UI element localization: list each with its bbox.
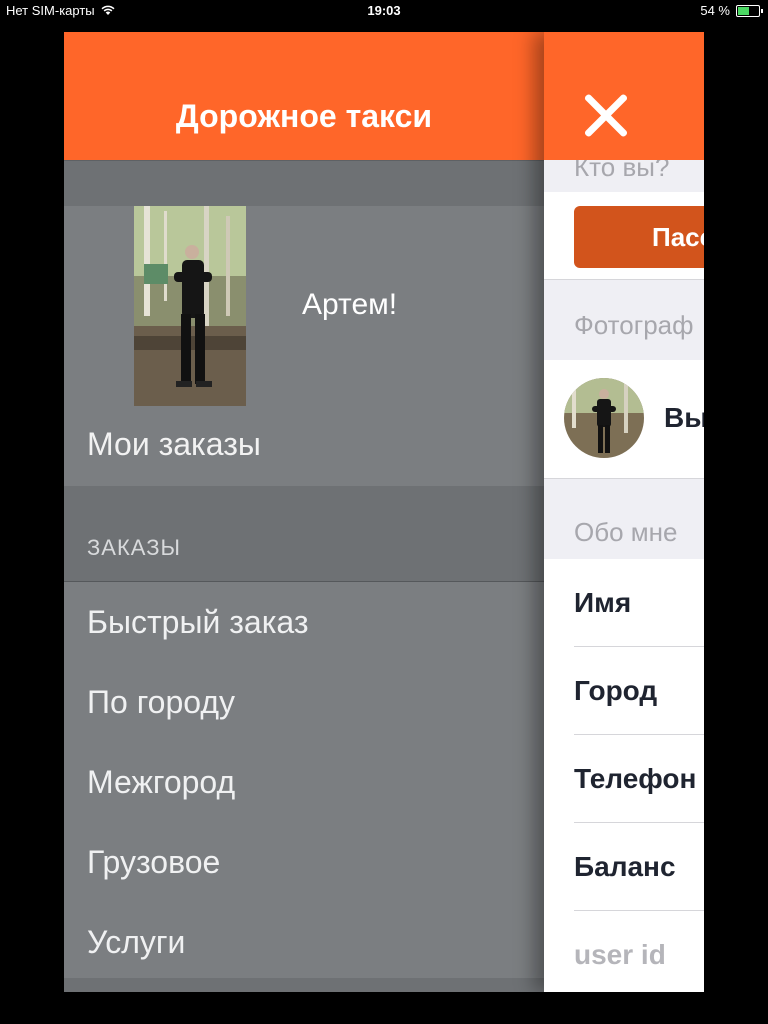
divider [574, 646, 704, 647]
field-city[interactable]: Город [574, 675, 657, 707]
avatar [564, 378, 644, 458]
menu-item-intercity[interactable]: Межгород [64, 742, 544, 822]
app-window: Дорожное такси Артем! Мои заказы ЗАКАЗЫ … [64, 32, 704, 992]
profile-panel: Кто вы? Пасс Фотограф [544, 32, 704, 992]
menu-item-quick-order[interactable]: Быстрый заказ [64, 582, 544, 662]
drawer-divider [64, 160, 544, 206]
drawer-header: Дорожное такси [64, 32, 544, 160]
panel-header [544, 32, 704, 160]
section-title: ЗАКАЗЫ [87, 535, 181, 560]
status-right: 54 % [700, 3, 763, 18]
role-row: Пасс [544, 192, 704, 280]
app-title: Дорожное такси [175, 97, 433, 134]
group-label-photo: Фотограф [544, 280, 704, 360]
field-name[interactable]: Имя [574, 587, 631, 619]
field-balance[interactable]: Баланс [574, 851, 676, 883]
status-bar: Нет SIM-карты 19:03 54 % [0, 0, 768, 22]
menu-item-city[interactable]: По городу [64, 662, 544, 742]
drawer-footer [64, 978, 544, 992]
photo-row[interactable]: Вы [544, 360, 704, 479]
menu-item-cargo[interactable]: Грузовое [64, 822, 544, 902]
close-icon[interactable] [582, 92, 630, 140]
divider [574, 910, 704, 911]
profile-section: Артем! Мои заказы [64, 206, 544, 486]
battery-percent: 54 % [700, 3, 730, 18]
battery-icon [736, 4, 763, 17]
choose-photo-label: Вы [664, 402, 704, 433]
side-drawer: Дорожное такси Артем! Мои заказы ЗАКАЗЫ … [64, 32, 544, 992]
about-fields: Имя Город Телефон Баланс user id [544, 559, 704, 992]
clock: 19:03 [367, 3, 401, 18]
divider [574, 734, 704, 735]
user-greeting: Артем! [302, 288, 398, 321]
menu-item-services[interactable]: Услуги [64, 902, 544, 982]
role-passenger-button[interactable]: Пасс [574, 206, 704, 268]
orders-section-header: ЗАКАЗЫ [64, 486, 544, 582]
profile-photo[interactable] [134, 206, 246, 406]
field-user-id: user id [574, 939, 666, 970]
group-label-about: Обо мне [544, 479, 704, 559]
divider [574, 822, 704, 823]
group-label-who: Кто вы? [544, 160, 704, 192]
menu-item-my-orders[interactable]: Мои заказы [87, 426, 261, 463]
field-phone[interactable]: Телефон [574, 763, 696, 795]
